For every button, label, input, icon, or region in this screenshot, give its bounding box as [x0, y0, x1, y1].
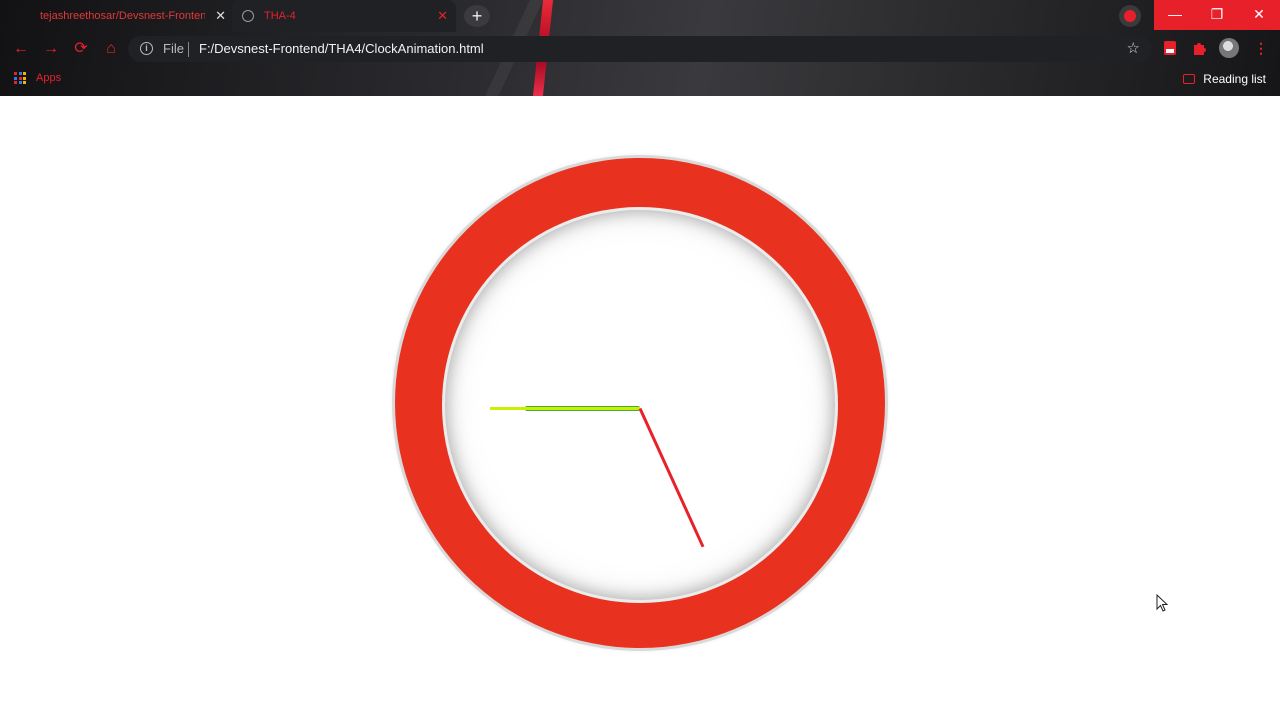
mouse-cursor-icon [1156, 594, 1168, 612]
tab-title: tejashreethosar/Devsnest-Frontend [40, 10, 205, 22]
apps-label: Apps [36, 72, 62, 84]
reading-list-button[interactable]: Reading list [1183, 72, 1266, 86]
reading-list-icon [1183, 74, 1196, 84]
close-window-button[interactable]: ✕ [1238, 0, 1280, 30]
toolbar: ← → ⟳ ⌂ i File F:/Devsnest-Frontend/THA4… [0, 32, 1280, 66]
apps-shortcut[interactable]: Apps [14, 72, 61, 84]
tab-github[interactable]: tejashreethosar/Devsnest-Frontend ✕ [22, 0, 232, 32]
browser-chrome: tejashreethosar/Devsnest-Frontend ✕ THA-… [0, 0, 1280, 96]
bookmark-star-icon[interactable]: ☆ [1127, 39, 1140, 57]
tab-tha4[interactable]: THA-4 ✕ [232, 0, 456, 32]
address-bar[interactable]: i File F:/Devsnest-Frontend/THA4/ClockAn… [128, 36, 1152, 62]
info-icon[interactable]: i [140, 42, 153, 55]
pdf-extension-icon[interactable] [1162, 40, 1178, 56]
close-tab-icon[interactable]: ✕ [437, 8, 448, 24]
close-tab-icon[interactable]: ✕ [215, 8, 226, 24]
puzzle-extensions-icon[interactable] [1191, 40, 1207, 56]
scheme-label: File [163, 41, 184, 56]
menu-icon[interactable]: ⋮ [1254, 41, 1268, 55]
new-tab-button[interactable]: + [464, 5, 490, 27]
home-button[interactable]: ⌂ [102, 40, 120, 58]
reading-list-label: Reading list [1203, 72, 1266, 86]
minute-hand [490, 407, 640, 410]
tab-search-button[interactable] [1119, 5, 1141, 27]
apps-grid-icon [14, 72, 26, 84]
profile-avatar[interactable] [1219, 38, 1239, 58]
tab-title: THA-4 [264, 10, 296, 22]
back-button[interactable]: ← [12, 40, 30, 58]
globe-icon [242, 10, 254, 22]
bookmarks-bar: Apps Reading list [0, 66, 1280, 96]
url-text[interactable]: F:/Devsnest-Frontend/THA4/ClockAnimation… [199, 41, 484, 56]
page-content [0, 96, 1280, 720]
chevron-down-icon [1124, 10, 1136, 22]
clock-face [445, 210, 835, 600]
forward-button[interactable]: → [42, 40, 60, 58]
tab-strip: tejashreethosar/Devsnest-Frontend ✕ THA-… [0, 0, 1280, 32]
minimize-button[interactable]: — [1154, 0, 1196, 30]
reload-button[interactable]: ⟳ [72, 40, 90, 58]
divider [188, 42, 189, 57]
maximize-button[interactable]: ❐ [1196, 0, 1238, 30]
